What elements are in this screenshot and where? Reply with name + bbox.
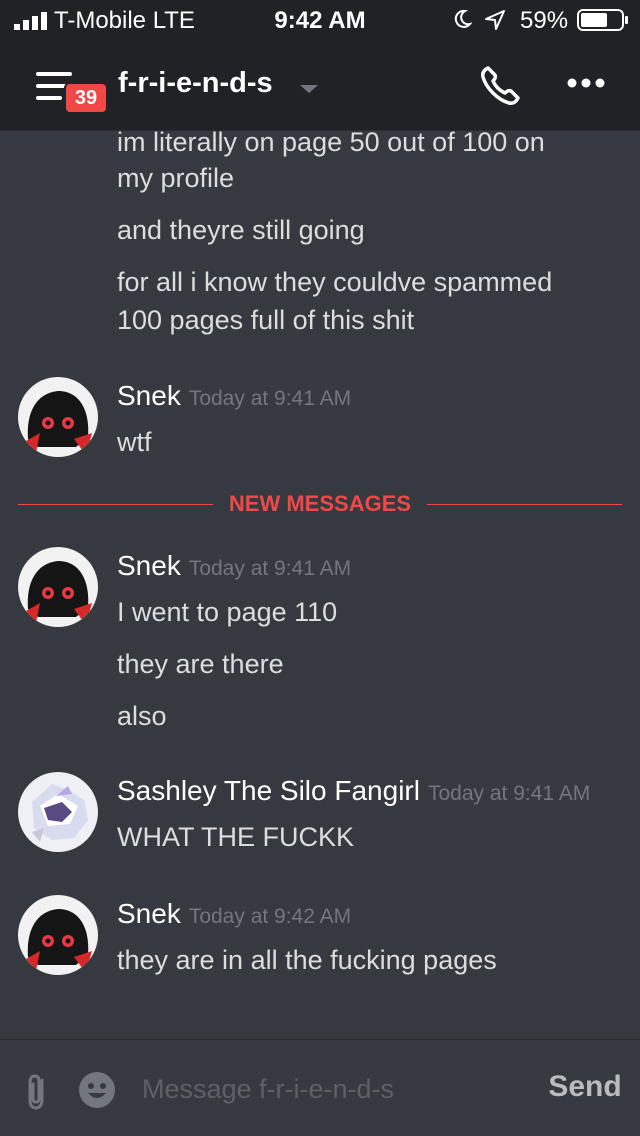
message-line: they are there bbox=[117, 649, 284, 679]
status-bar: T-Mobile LTE 9:42 AM 59% bbox=[0, 0, 640, 40]
app-screen: T-Mobile LTE 9:42 AM 59% 39 f-r-i-e-n-d-… bbox=[0, 0, 640, 1136]
message-line: im literally on page 50 out of 100 on bbox=[117, 131, 545, 157]
message-line: they are in all the fucking pages bbox=[117, 945, 497, 975]
avatar[interactable] bbox=[18, 377, 98, 457]
moon-icon bbox=[454, 9, 472, 28]
snek-avatar-icon bbox=[18, 377, 98, 457]
battery-icon bbox=[577, 9, 628, 31]
snek-avatar-icon bbox=[18, 895, 98, 975]
message-line: 100 pages full of this shit bbox=[117, 305, 415, 335]
message-author[interactable]: Snek Today at 9:42 AM bbox=[117, 898, 351, 930]
message-author[interactable]: Snek Today at 9:41 AM bbox=[117, 380, 351, 412]
message-input[interactable] bbox=[140, 1066, 524, 1112]
message-line: WHAT THE FUCKK bbox=[117, 822, 355, 852]
message-composer: Send bbox=[0, 1039, 640, 1136]
message-list[interactable]: im literally on page 50 out of 100 on my… bbox=[0, 131, 640, 1039]
chevron-down-icon[interactable] bbox=[298, 82, 320, 96]
message-timestamp: Today at 9:41 AM bbox=[188, 387, 352, 410]
message-line: also bbox=[117, 701, 167, 731]
channel-title[interactable]: f-r-i-e-n-d-s bbox=[118, 67, 273, 100]
message-author[interactable]: Sashley The Silo Fangirl Today at 9:41 AM bbox=[117, 775, 590, 807]
more-icon[interactable] bbox=[566, 76, 606, 90]
send-button[interactable]: Send bbox=[540, 1070, 630, 1110]
sashley-avatar-icon bbox=[18, 772, 98, 852]
message-line: for all i know they couldve spammed bbox=[117, 267, 553, 297]
location-icon bbox=[485, 10, 505, 30]
message-timestamp: Today at 9:42 AM bbox=[188, 905, 352, 928]
battery-percent: 59% bbox=[520, 7, 569, 34]
channel-header: 39 f-r-i-e-n-d-s bbox=[0, 40, 640, 131]
message-timestamp: Today at 9:41 AM bbox=[427, 782, 591, 805]
avatar[interactable] bbox=[18, 895, 98, 975]
new-messages-divider: NEW MESSAGES bbox=[18, 489, 622, 519]
message-line: wtf bbox=[117, 427, 152, 457]
message-timestamp: Today at 9:41 AM bbox=[188, 557, 352, 580]
menu-button[interactable]: 39 bbox=[36, 70, 108, 120]
new-messages-label: NEW MESSAGES bbox=[18, 491, 622, 517]
emoji-icon[interactable] bbox=[78, 1071, 116, 1109]
unread-badge: 39 bbox=[64, 82, 108, 114]
avatar[interactable] bbox=[18, 547, 98, 627]
avatar[interactable] bbox=[18, 772, 98, 852]
snek-avatar-icon bbox=[18, 547, 98, 627]
phone-icon[interactable] bbox=[478, 64, 522, 108]
paperclip-icon[interactable] bbox=[24, 1072, 50, 1112]
message-line: and theyre still going bbox=[117, 215, 365, 245]
message-author[interactable]: Snek Today at 9:41 AM bbox=[117, 550, 351, 582]
message-line: I went to page 110 bbox=[117, 597, 338, 627]
message-line: my profile bbox=[117, 163, 235, 193]
